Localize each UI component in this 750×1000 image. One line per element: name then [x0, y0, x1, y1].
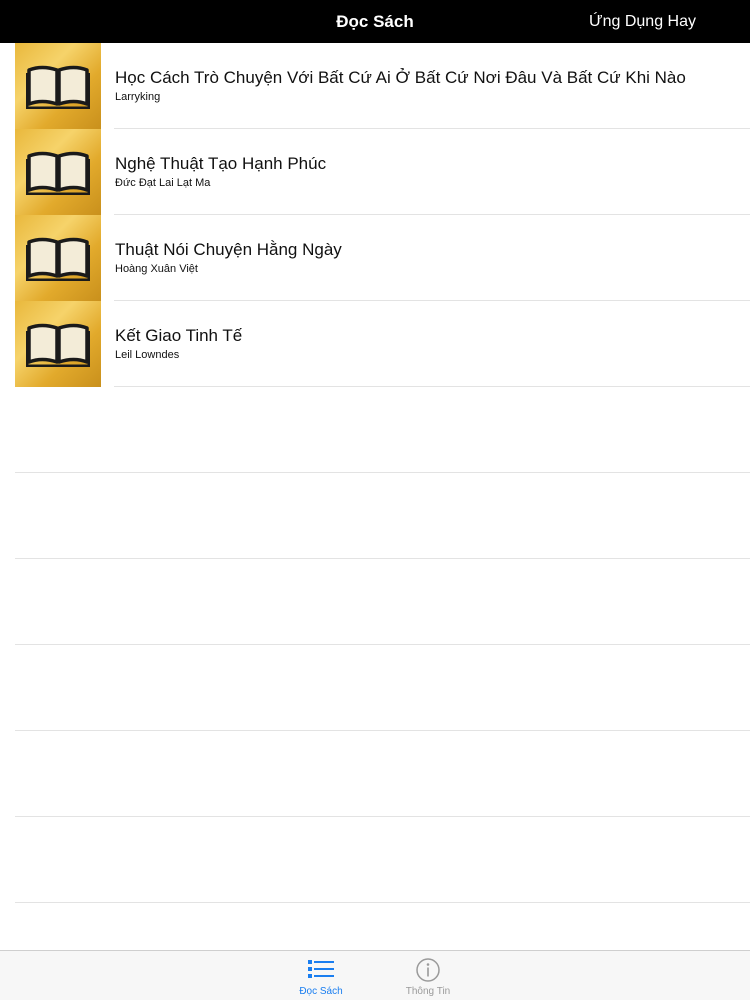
list-icon: [281, 957, 361, 983]
book-title: Nghệ Thuật Tạo Hạnh Phúc: [115, 154, 327, 173]
book-row[interactable]: Thuật Nói Chuyện Hằng Ngày Hoàng Xuân Vi…: [0, 215, 750, 301]
empty-row: [0, 473, 750, 559]
empty-row: [0, 559, 750, 645]
apps-button[interactable]: Ứng Dụng Hay: [589, 0, 696, 43]
open-book-icon: [26, 237, 90, 281]
book-row[interactable]: Nghệ Thuật Tạo Hạnh Phúc Đức Đạt Lai Lạt…: [0, 129, 750, 215]
open-book-icon: [26, 65, 90, 109]
book-thumbnail: [15, 129, 101, 215]
empty-row: [0, 731, 750, 817]
book-title: Thuật Nói Chuyện Hằng Ngày: [115, 240, 342, 259]
tab-info[interactable]: Thông Tin: [388, 951, 468, 1000]
book-thumbnail: [15, 43, 101, 129]
tab-bar: Đọc Sách Thông Tin: [0, 950, 750, 1000]
tab-label: Đọc Sách: [299, 986, 343, 997]
empty-row: [0, 387, 750, 473]
book-author: Larryking: [115, 91, 161, 103]
tab-read-books[interactable]: Đọc Sách: [281, 951, 361, 1000]
book-thumbnail: [15, 215, 101, 301]
book-list: Học Cách Trò Chuyện Với Bất Cứ Ai Ở Bất …: [0, 43, 750, 903]
book-title: Kết Giao Tinh Tế: [115, 326, 243, 345]
tab-label: Thông Tin: [405, 986, 451, 997]
book-thumbnail: [15, 301, 101, 387]
book-author: Leil Lowndes: [115, 349, 180, 361]
book-row[interactable]: Kết Giao Tinh Tế Leil Lowndes: [0, 301, 750, 387]
book-title: Học Cách Trò Chuyện Với Bất Cứ Ai Ở Bất …: [115, 68, 686, 87]
open-book-icon: [26, 323, 90, 367]
empty-row: [0, 645, 750, 731]
book-row[interactable]: Học Cách Trò Chuyện Với Bất Cứ Ai Ở Bất …: [0, 43, 750, 129]
navigation-bar: Đọc Sách Ứng Dụng Hay: [0, 0, 750, 43]
open-book-icon: [26, 151, 90, 195]
row-separator: [15, 902, 750, 903]
info-icon: [388, 957, 468, 983]
book-author: Hoàng Xuân Việt: [115, 263, 198, 275]
empty-row: [0, 817, 750, 903]
book-author: Đức Đạt Lai Lạt Ma: [115, 177, 211, 189]
